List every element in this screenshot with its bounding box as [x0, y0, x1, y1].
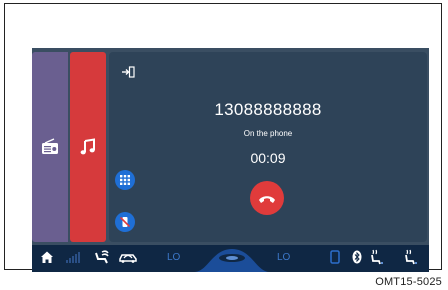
phone-number: 13088888888 — [214, 100, 322, 119]
call-status: On the phone — [243, 129, 293, 138]
home-icon[interactable] — [40, 250, 54, 264]
exit-icon[interactable] — [121, 66, 135, 78]
phone-icon — [330, 250, 340, 264]
seat-heat-left-icon[interactable] — [368, 249, 384, 265]
status-bar: LO LO — [32, 245, 429, 272]
seat-fan-icon[interactable] — [94, 250, 110, 264]
switch-to-handset-button[interactable] — [115, 212, 135, 232]
car-recirculation-icon[interactable] — [118, 251, 138, 263]
radio-icon — [42, 138, 58, 154]
infotainment-screen: 13088888888 On the phone 00:09 LO LO — [32, 48, 429, 272]
fan-control[interactable] — [194, 245, 270, 272]
seat-heat-right-icon[interactable] — [402, 249, 418, 265]
phone-hangup-icon — [259, 196, 275, 203]
left-temperature[interactable]: LO — [167, 252, 180, 263]
bluetooth-icon — [352, 250, 362, 264]
music-note-icon — [80, 138, 95, 155]
figure-caption: OMT15-5025 — [375, 276, 442, 288]
call-timer: 00:09 — [250, 150, 286, 166]
keypad-icon — [120, 175, 130, 185]
right-temperature[interactable]: LO — [277, 252, 290, 263]
call-panel: 13088888888 On the phone 00:09 — [109, 52, 427, 242]
figure-frame: 13088888888 On the phone 00:09 LO LO — [4, 3, 442, 272]
hang-up-button[interactable] — [250, 181, 284, 215]
radio-tab[interactable] — [32, 52, 68, 242]
signal-icon — [66, 252, 80, 263]
music-tab[interactable] — [70, 52, 106, 242]
handset-mute-icon — [119, 216, 131, 228]
keypad-button[interactable] — [115, 170, 135, 190]
